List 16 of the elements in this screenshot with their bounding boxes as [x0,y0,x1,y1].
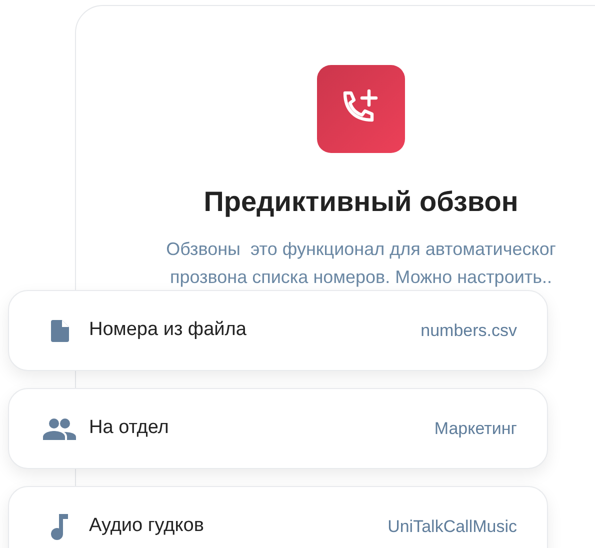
description-text: прозвона списка номеров. Можно настроить.. [170,266,552,289]
setting-value: Маркетинг [434,418,517,440]
people-icon [43,418,76,440]
setting-row[interactable]: На отдел Маркетинг [8,388,548,469]
phone-plus-icon [317,65,405,153]
card-title: Предиктивный обзвон [204,185,518,219]
music-note-icon [50,514,68,540]
setting-row[interactable]: Номера из файла numbers.csv [8,290,548,371]
setting-label: Номера из файла [89,318,246,342]
setting-label: На отдел [89,416,169,440]
file-icon [50,320,68,342]
setting-value: numbers.csv [420,320,517,342]
setting-row[interactable]: Аудио гудков UniTalkCallMusic [8,486,548,548]
description-text: Обзвоны это функционал для автоматическог [166,238,556,261]
setting-label: Аудио гудков [89,514,204,538]
setting-value: UniTalkCallMusic [388,516,517,538]
